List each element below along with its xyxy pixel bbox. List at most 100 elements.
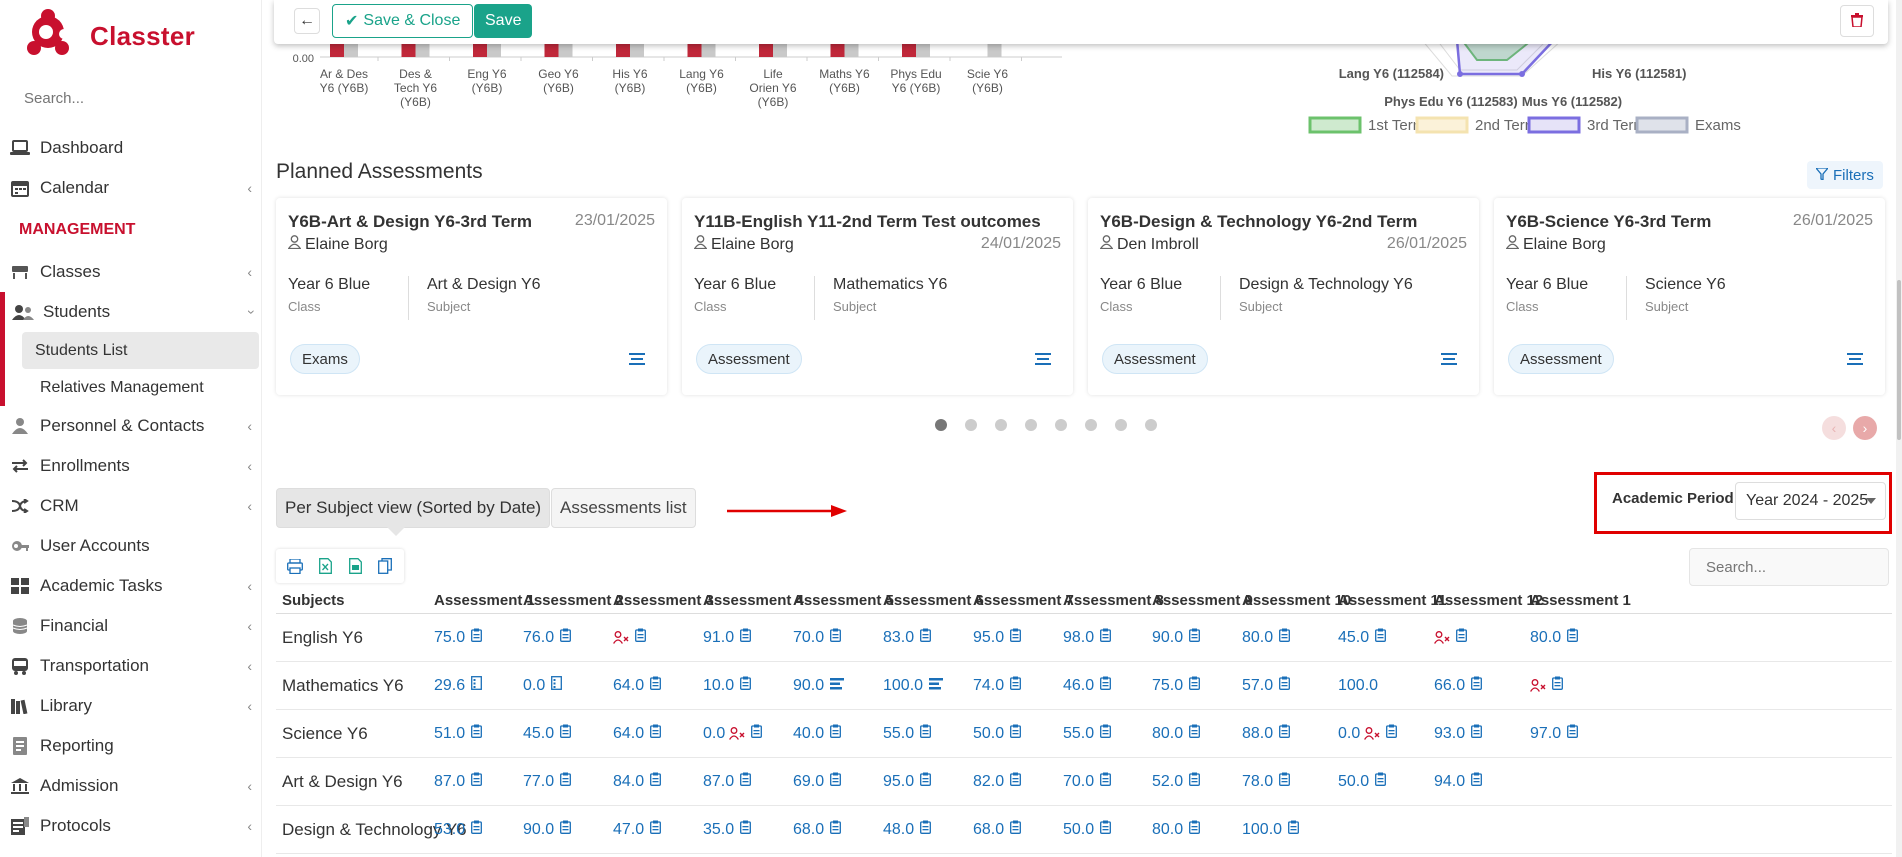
carousel-dot[interactable] xyxy=(1085,419,1097,431)
grade-value[interactable]: 98.0 xyxy=(1063,629,1094,647)
clipboard-icon[interactable] xyxy=(740,772,752,791)
clipboard-icon[interactable] xyxy=(1456,628,1467,647)
menu-lines-icon[interactable] xyxy=(1035,353,1051,366)
carousel-prev-button[interactable]: ‹ xyxy=(1822,416,1846,440)
grade-cell[interactable] xyxy=(613,614,646,661)
clipboard-icon[interactable] xyxy=(1471,724,1483,743)
grade-cell[interactable]: 100.0 xyxy=(1242,806,1299,853)
grade-value[interactable]: 0.0 xyxy=(523,677,545,695)
grade-value[interactable]: 100.0 xyxy=(1242,821,1282,839)
clipboard-icon[interactable] xyxy=(1189,676,1201,695)
grade-value[interactable]: 47.0 xyxy=(613,821,644,839)
grade-cell[interactable]: 100.0 xyxy=(1338,662,1378,709)
grade-cell[interactable]: 90.0 xyxy=(523,806,572,853)
clipboard-icon[interactable] xyxy=(1375,772,1387,791)
clipboard-icon[interactable] xyxy=(1100,772,1112,791)
clipboard-icon[interactable] xyxy=(471,772,483,791)
grade-value[interactable]: 48.0 xyxy=(883,821,914,839)
menu-lines-icon[interactable] xyxy=(629,353,645,366)
delete-button[interactable] xyxy=(1840,5,1874,37)
grade-cell[interactable]: 74.0 xyxy=(973,662,1022,709)
copy-icon[interactable] xyxy=(374,555,396,577)
grade-value[interactable]: 68.0 xyxy=(793,821,824,839)
clipboard-icon[interactable] xyxy=(650,772,662,791)
grade-cell[interactable]: 50.0 xyxy=(973,710,1022,757)
grade-cell[interactable]: 77.0 xyxy=(523,758,572,805)
sidebar-item-students[interactable]: Students ‹ xyxy=(0,292,262,332)
column-header-assessment[interactable]: Assessment 6 xyxy=(883,588,984,613)
grade-value[interactable]: 87.0 xyxy=(703,773,734,791)
menu-lines-icon[interactable] xyxy=(1441,353,1457,366)
grade-cell[interactable]: 45.0 xyxy=(523,710,572,757)
clipboard-icon[interactable] xyxy=(830,628,842,647)
carousel-dot[interactable] xyxy=(1145,419,1157,431)
grade-value[interactable]: 10.0 xyxy=(703,677,734,695)
column-header-subjects[interactable]: Subjects xyxy=(282,588,345,613)
column-header-assessment[interactable]: Assessment 2 xyxy=(523,588,624,613)
grade-cell[interactable]: 90.0 xyxy=(793,662,845,709)
grade-value[interactable]: 64.0 xyxy=(613,725,644,743)
grade-cell[interactable]: 84.0 xyxy=(613,758,662,805)
clipboard-icon[interactable] xyxy=(1100,628,1112,647)
carousel-dot[interactable] xyxy=(935,419,947,431)
sidebar-item-academic-tasks[interactable]: Academic Tasks ‹ xyxy=(0,566,262,606)
column-header-assessment[interactable]: Assessment 9 xyxy=(1152,588,1253,613)
vertical-scrollbar[interactable] xyxy=(1896,0,1902,857)
grade-value[interactable]: 45.0 xyxy=(523,725,554,743)
grade-value[interactable]: 100.0 xyxy=(1338,677,1378,695)
grade-cell[interactable]: 75.0 xyxy=(434,614,483,661)
grade-value[interactable]: 97.0 xyxy=(1530,725,1561,743)
grade-value[interactable]: 93.0 xyxy=(1434,725,1465,743)
grade-cell[interactable]: 50.0 xyxy=(1063,806,1112,853)
clipboard-icon[interactable] xyxy=(1100,724,1112,743)
sidebar-item-protocols[interactable]: Protocols ‹ xyxy=(0,806,262,846)
clipboard-icon[interactable] xyxy=(920,628,932,647)
grade-value[interactable]: 83.0 xyxy=(883,629,914,647)
grade-value[interactable]: 64.0 xyxy=(613,677,644,695)
clipboard-icon[interactable] xyxy=(1189,772,1201,791)
grade-cell[interactable]: 64.0 xyxy=(613,662,662,709)
grade-value[interactable]: 69.0 xyxy=(793,773,824,791)
grade-cell[interactable]: 97.0 xyxy=(1530,710,1579,757)
carousel-dot[interactable] xyxy=(965,419,977,431)
tab-per-subject-view[interactable]: Per Subject view (Sorted by Date) xyxy=(276,488,551,536)
grade-cell[interactable]: 90.0 xyxy=(1152,614,1201,661)
sidebar-item-personnel-contacts[interactable]: Personnel & Contacts ‹ xyxy=(0,406,262,446)
sidebar-subitem-students-list[interactable]: Students List xyxy=(0,332,259,369)
save-close-button[interactable]: ✔ Save & Close xyxy=(332,4,474,38)
grade-cell[interactable] xyxy=(1434,614,1467,661)
grade-value[interactable]: 57.0 xyxy=(1242,677,1273,695)
clipboard-icon[interactable] xyxy=(1100,676,1112,695)
grade-value[interactable]: 88.0 xyxy=(1242,725,1273,743)
grade-cell[interactable]: 93.0 xyxy=(1434,710,1483,757)
grade-cell[interactable]: 55.0 xyxy=(883,710,932,757)
grade-value[interactable]: 80.0 xyxy=(1242,629,1273,647)
clipboard-icon[interactable] xyxy=(650,724,662,743)
grade-cell[interactable]: 51.0 xyxy=(434,710,483,757)
grade-value[interactable]: 66.0 xyxy=(1434,677,1465,695)
grade-cell[interactable]: 80.0 xyxy=(1530,614,1579,661)
grade-value[interactable]: 40.0 xyxy=(793,725,824,743)
column-header-assessment[interactable]: Assessment 7 xyxy=(973,588,1074,613)
clipboard-icon[interactable] xyxy=(920,820,932,839)
grade-value[interactable]: 70.0 xyxy=(793,629,824,647)
sidebar-item-dashboard[interactable]: Dashboard xyxy=(0,128,262,168)
clipboard-icon[interactable] xyxy=(650,820,662,839)
brand-logo[interactable]: Classter xyxy=(24,8,195,64)
clipboard-icon[interactable] xyxy=(1386,724,1398,743)
column-header-assessment[interactable]: Assessment 10 xyxy=(1242,588,1351,613)
grade-cell[interactable]: 40.0 xyxy=(793,710,842,757)
grade-cell[interactable]: 46.0 xyxy=(1063,662,1112,709)
carousel-dot[interactable] xyxy=(1025,419,1037,431)
bars-icon[interactable] xyxy=(830,677,845,695)
grade-value[interactable]: 0.0 xyxy=(703,725,725,743)
clipboard-icon[interactable] xyxy=(1471,772,1483,791)
grade-cell[interactable]: 66.0 xyxy=(1434,662,1483,709)
grade-value[interactable]: 82.0 xyxy=(973,773,1004,791)
grade-value[interactable]: 87.0 xyxy=(434,773,465,791)
sidebar-item-crm[interactable]: CRM ‹ xyxy=(0,486,262,526)
grade-value[interactable]: 90.0 xyxy=(1152,629,1183,647)
sidebar-item-admission[interactable]: Admission ‹ xyxy=(0,766,262,806)
clipboard-icon[interactable] xyxy=(1279,628,1291,647)
grade-cell[interactable]: 80.0 xyxy=(1152,710,1201,757)
